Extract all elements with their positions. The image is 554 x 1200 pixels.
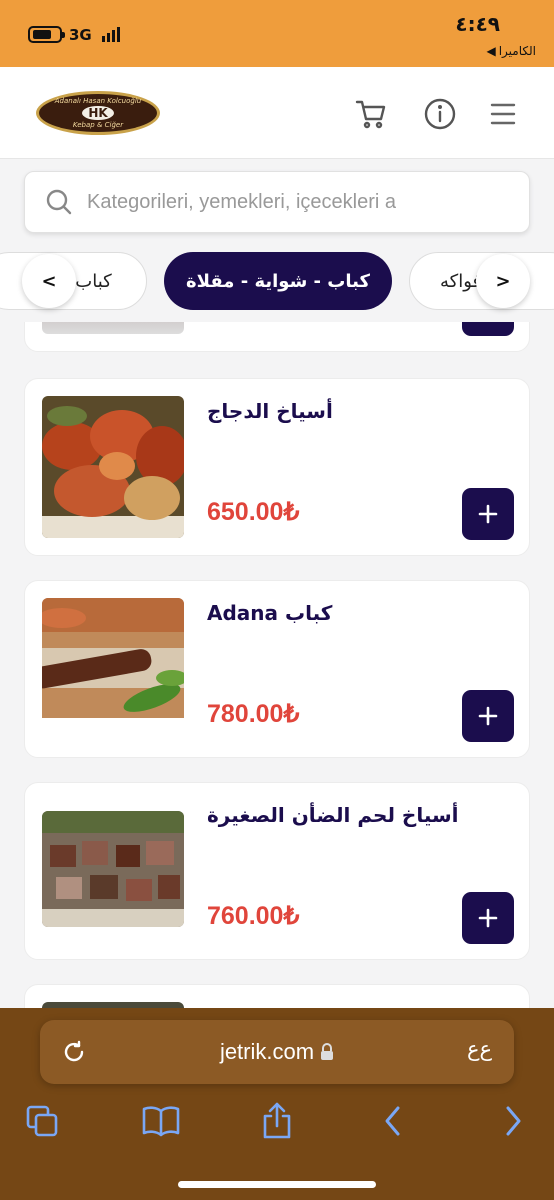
bookmarks-button[interactable] — [138, 1098, 184, 1144]
logo-line1: Adanalı Hasan Kolcuoğlu — [54, 97, 142, 105]
restaurant-logo[interactable]: Adanalı Hasan Kolcuoğlu HK Kebap & Ciğer — [36, 91, 160, 135]
book-icon — [142, 1106, 180, 1137]
product-card[interactable]: Adana كباب 780.00₺ — [24, 580, 530, 758]
category-pill-active[interactable]: كباب - شواية - مقلاة — [164, 252, 392, 310]
category-prev-button[interactable]: < — [22, 254, 76, 308]
product-card[interactable]: أسياخ لحم الضأن الصغيرة 760.00₺ — [24, 782, 530, 960]
add-to-cart-button[interactable] — [462, 690, 514, 742]
address-bar[interactable]: jetrik.com ﻉﻉ — [40, 1020, 514, 1084]
product-image — [42, 811, 184, 927]
add-to-cart-button[interactable] — [462, 488, 514, 540]
chevron-left-icon — [385, 1106, 400, 1136]
info-icon — [424, 98, 456, 130]
search-input[interactable] — [87, 190, 507, 214]
logo-line2: Kebap & Ciğer — [72, 121, 124, 129]
lock-icon — [321, 1043, 334, 1060]
search-icon — [46, 189, 72, 215]
category-next-button[interactable]: > — [476, 254, 530, 308]
product-title: Adana كباب — [207, 601, 333, 625]
status-bar: 3G ٤:٤٩ ◀ الكاميرا — [0, 0, 554, 67]
menu-button[interactable] — [484, 95, 522, 133]
info-button[interactable] — [421, 95, 459, 133]
product-price: 650.00₺ — [207, 498, 300, 526]
product-image — [42, 598, 184, 740]
plus-icon — [478, 706, 498, 726]
plus-icon — [478, 504, 498, 524]
back-to-app[interactable]: ◀ الكاميرا — [486, 44, 536, 58]
product-image — [42, 322, 184, 334]
back-button[interactable] — [370, 1098, 416, 1144]
back-triangle-icon: ◀ — [486, 44, 496, 58]
product-image — [42, 396, 184, 538]
product-title: أسياخ لحم الضأن الصغيرة — [207, 803, 459, 827]
add-to-cart-button[interactable] — [462, 892, 514, 944]
chevron-right-icon — [506, 1106, 521, 1136]
url-text: jetrik.com — [219, 1039, 315, 1064]
back-app-label: الكاميرا — [498, 44, 536, 58]
tabs-button[interactable] — [19, 1098, 65, 1144]
cart-button[interactable] — [352, 95, 390, 133]
product-card-partial[interactable] — [24, 984, 530, 1008]
share-button[interactable] — [254, 1098, 300, 1144]
category-bar: كباب كباب - شواية - مقلاة فواكه — [0, 250, 554, 322]
plus-icon — [478, 908, 498, 928]
battery-icon — [28, 26, 65, 43]
network-type: 3G — [69, 26, 92, 44]
share-icon — [263, 1102, 291, 1139]
menu-icon — [490, 103, 516, 125]
product-price: 780.00₺ — [207, 700, 300, 728]
add-to-cart-button[interactable] — [462, 322, 514, 336]
cart-icon — [355, 100, 386, 129]
forward-button[interactable] — [490, 1098, 536, 1144]
clock: ٤:٤٩ — [455, 12, 500, 36]
signal-icon — [102, 27, 120, 42]
home-indicator[interactable] — [178, 1181, 376, 1188]
product-card[interactable]: أسياخ الدجاج 650.00₺ — [24, 378, 530, 556]
product-title: أسياخ الدجاج — [207, 399, 333, 423]
product-card-partial[interactable] — [24, 322, 530, 352]
logo-mark: HK — [82, 106, 114, 120]
reload-icon — [64, 1040, 84, 1062]
text-size-button[interactable]: ﻉﻉ — [467, 1037, 492, 1061]
tabs-icon — [26, 1105, 58, 1137]
reload-button[interactable] — [62, 1040, 86, 1068]
search-bar[interactable] — [24, 171, 530, 233]
product-list: أسياخ الدجاج 650.00₺ Adana كباب 780.00₺ — [0, 322, 554, 1008]
browser-toolbar: jetrik.com ﻉﻉ — [0, 1008, 554, 1200]
product-price: 760.00₺ — [207, 902, 300, 930]
header: Adanalı Hasan Kolcuoğlu HK Kebap & Ciğer — [0, 67, 554, 159]
